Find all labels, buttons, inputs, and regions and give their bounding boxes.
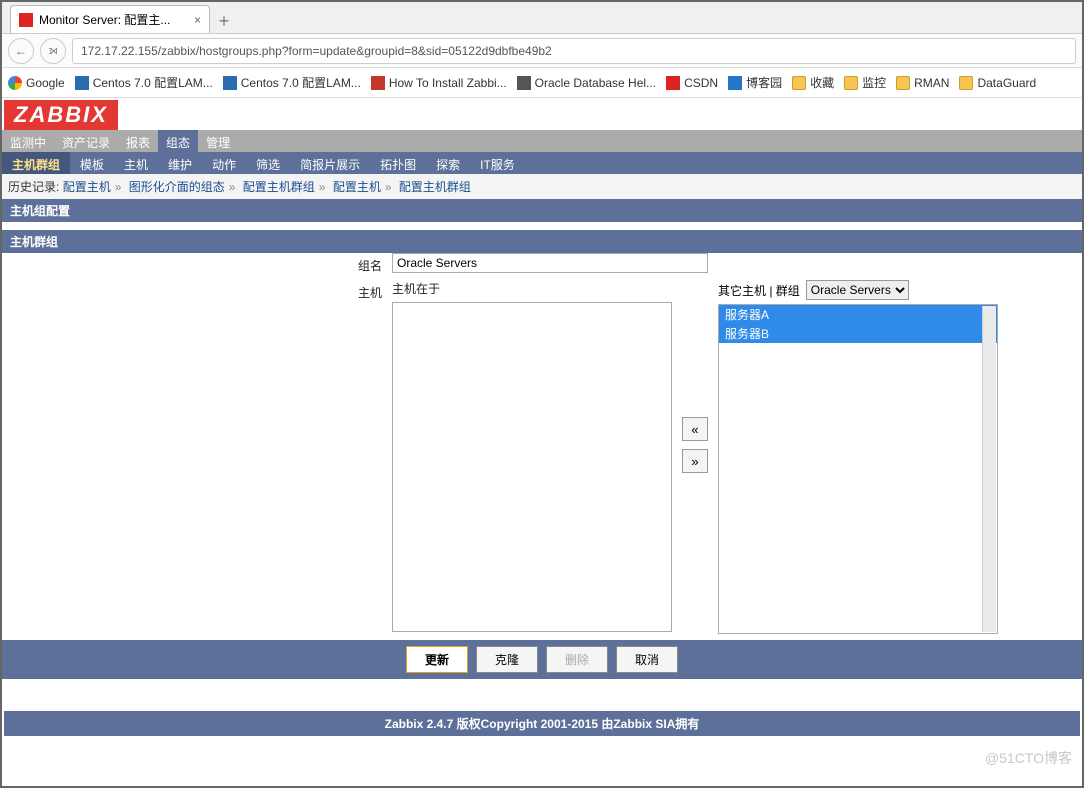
bookmark-centos1[interactable]: Centos 7.0 配置LAM...: [75, 74, 213, 91]
other-group-select[interactable]: Oracle Servers: [806, 280, 909, 300]
scrollbar[interactable]: [982, 306, 996, 632]
history-link[interactable]: 图形化介面的组态: [129, 180, 225, 194]
centos-icon: [75, 76, 89, 90]
name-label: 组名: [2, 253, 392, 274]
footer-copyright: Zabbix 2.4.7 版权Copyright 2001-2015 由Zabb…: [4, 711, 1080, 736]
menu2-maintenance[interactable]: 维护: [158, 152, 202, 174]
folder-icon: [844, 76, 858, 90]
site-icon: [371, 76, 385, 90]
bookmark-folder-dataguard[interactable]: DataGuard: [959, 76, 1036, 90]
zabbix-logo: ZABBIX: [4, 100, 118, 130]
bookmark-google[interactable]: Google: [8, 76, 65, 90]
menu2-itservices[interactable]: IT服务: [470, 152, 525, 174]
sub-menu: 主机群组 模板 主机 维护 动作 筛选 简报片展示 拓扑图 探索 IT服务: [2, 152, 1082, 174]
menu2-discovery[interactable]: 筛选: [246, 152, 290, 174]
folder-icon: [896, 76, 910, 90]
csdn-icon: [666, 76, 680, 90]
browser-tab-active[interactable]: Monitor Server: 配置主... ×: [10, 5, 210, 33]
group-name-input[interactable]: [392, 253, 708, 273]
bookmark-bokeyuan[interactable]: 博客园: [728, 74, 782, 91]
address-bar: ← ⟕ 172.17.22.155/zabbix/hostgroups.php?…: [2, 34, 1082, 68]
bookmark-folder-rman[interactable]: RMAN: [896, 76, 949, 90]
bookmark-folder-fav[interactable]: 收藏: [792, 74, 834, 91]
folder-icon: [959, 76, 973, 90]
move-left-button[interactable]: «: [682, 417, 708, 441]
watermark-text: @51CTO博客: [985, 748, 1072, 768]
clone-button[interactable]: 克隆: [476, 646, 538, 673]
tab-close-icon[interactable]: ×: [194, 13, 201, 27]
menu1-monitoring[interactable]: 监测中: [2, 130, 54, 152]
update-button[interactable]: 更新: [406, 646, 468, 673]
bookmark-centos2[interactable]: Centos 7.0 配置LAM...: [223, 74, 361, 91]
menu2-templates[interactable]: 模板: [70, 152, 114, 174]
reload-button[interactable]: ⟕: [40, 38, 66, 64]
folder-icon: [792, 76, 806, 90]
bookmark-folder-monitor[interactable]: 监控: [844, 74, 886, 91]
google-icon: [8, 76, 22, 90]
left-list-head: 主机在于: [392, 280, 672, 298]
bookmark-oracle[interactable]: Oracle Database Hel...: [517, 76, 656, 90]
url-text: 172.17.22.155/zabbix/hostgroups.php?form…: [81, 44, 552, 58]
hosts-label: 主机: [2, 280, 392, 634]
menu2-maps[interactable]: 拓扑图: [370, 152, 426, 174]
move-right-button[interactable]: »: [682, 449, 708, 473]
menu2-actions[interactable]: 动作: [202, 152, 246, 174]
form-body: 组名 主机 主机在于 « » 其它主机 | 群组 Oracle Servers …: [2, 253, 1082, 634]
action-button-bar: 更新 克隆 删除 取消: [2, 640, 1082, 679]
menu2-hosts[interactable]: 主机: [114, 152, 158, 174]
history-link[interactable]: 配置主机: [333, 180, 381, 194]
menu1-configuration[interactable]: 组态: [158, 130, 198, 152]
back-button[interactable]: ←: [8, 38, 34, 64]
history-link[interactable]: 配置主机: [63, 180, 111, 194]
cancel-button[interactable]: 取消: [616, 646, 678, 673]
tab-favicon-icon: [19, 13, 33, 27]
history-label: 历史记录:: [8, 180, 59, 194]
bookmark-zabbix-howto[interactable]: How To Install Zabbi...: [371, 76, 507, 90]
bookmarks-bar: Google Centos 7.0 配置LAM... Centos 7.0 配置…: [2, 68, 1082, 98]
hosts-in-group-list[interactable]: [392, 302, 672, 632]
menu1-admin[interactable]: 管理: [198, 130, 238, 152]
right-list-label: 其它主机 | 群组: [718, 282, 800, 299]
other-hosts-list[interactable]: 服务器A 服务器B: [718, 304, 998, 634]
section-config-title: 主机组配置: [2, 199, 1082, 222]
list-item[interactable]: 服务器B: [719, 324, 997, 343]
breadcrumb: 历史记录: 配置主机» 图形化介面的组态» 配置主机群组» 配置主机» 配置主机…: [2, 174, 1082, 199]
history-link[interactable]: 配置主机群组: [243, 180, 315, 194]
menu1-inventory[interactable]: 资产记录: [54, 130, 118, 152]
menu2-hostgroups[interactable]: 主机群组: [2, 152, 70, 174]
bookmark-csdn[interactable]: CSDN: [666, 76, 718, 90]
browser-tab-strip: Monitor Server: 配置主... × +: [2, 2, 1082, 34]
bokeyuan-icon: [728, 76, 742, 90]
url-input[interactable]: 172.17.22.155/zabbix/hostgroups.php?form…: [72, 38, 1076, 64]
centos-icon: [223, 76, 237, 90]
menu1-reports[interactable]: 报表: [118, 130, 158, 152]
history-link[interactable]: 配置主机群组: [399, 180, 471, 194]
section-group-title: 主机群组: [2, 230, 1082, 253]
tab-title: Monitor Server: 配置主...: [39, 11, 170, 28]
new-tab-button[interactable]: +: [210, 9, 238, 33]
menu2-search[interactable]: 探索: [426, 152, 470, 174]
main-menu: 监测中 资产记录 报表 组态 管理: [2, 130, 1082, 152]
oracle-icon: [517, 76, 531, 90]
list-item[interactable]: 服务器A: [719, 305, 997, 324]
menu2-slides[interactable]: 简报片展示: [290, 152, 370, 174]
delete-button: 删除: [546, 646, 608, 673]
